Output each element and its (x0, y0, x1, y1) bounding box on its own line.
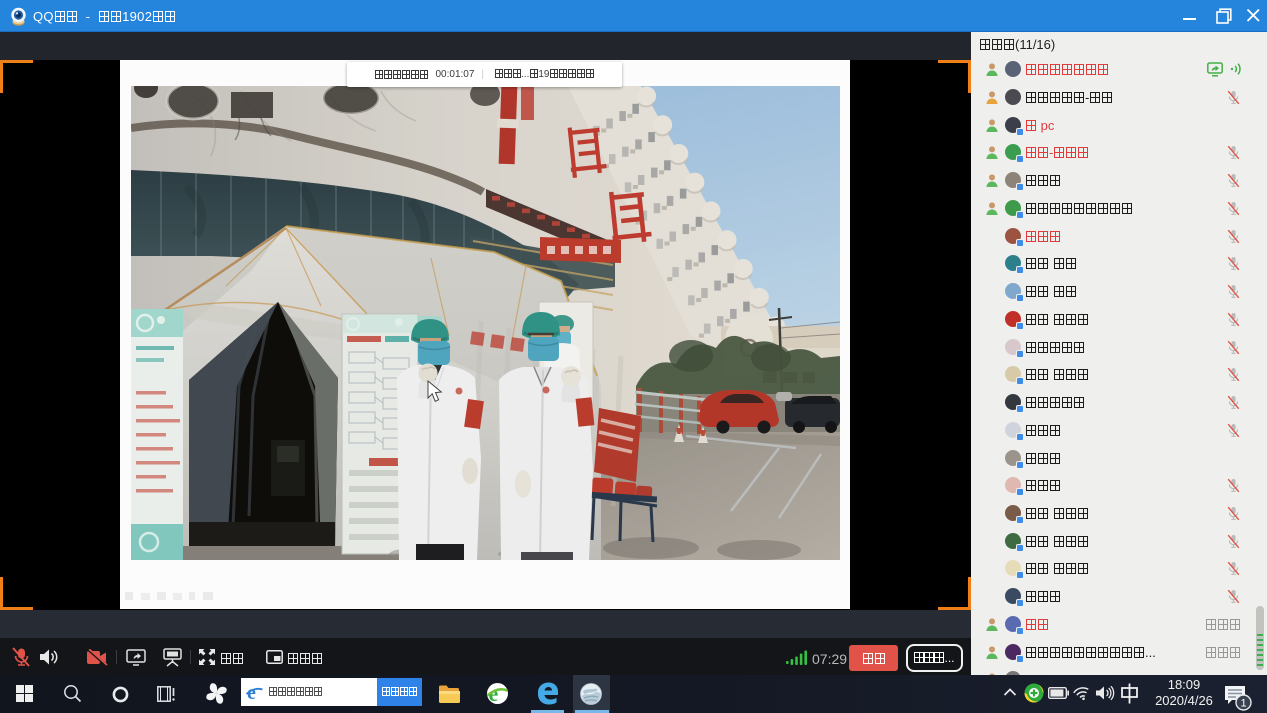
svg-text:1: 1 (1240, 698, 1246, 710)
